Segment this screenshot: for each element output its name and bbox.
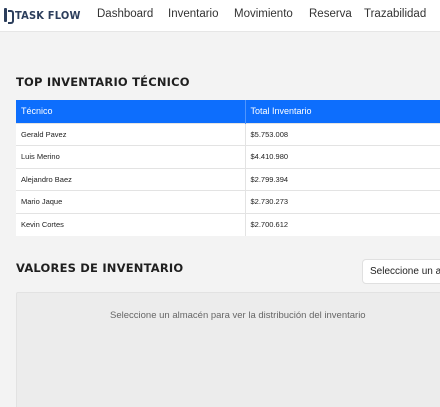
top-inventory-table: Técnico Total Inventario Gerald Pavez $5…: [16, 100, 440, 236]
column-header-total-inventario[interactable]: Total Inventario: [244, 100, 440, 123]
nav-item-inventario[interactable]: Inventario: [168, 8, 219, 20]
table-row: Alejandro Baez $2.799.394: [16, 167, 440, 191]
cell-tecnico: Luis Merino: [16, 145, 245, 168]
nav-item-dashboard[interactable]: Dashboard: [97, 8, 153, 20]
cell-tecnico: Gerald Pavez: [16, 122, 245, 146]
table-row: Kevin Cortes $2.700.612: [16, 212, 440, 236]
task-flow-logo-icon: [3, 7, 14, 24]
cell-total: $2.799.394: [244, 167, 440, 191]
inventory-values-title: VALORES DE INVENTARIO: [16, 261, 184, 275]
warehouse-select[interactable]: Seleccione un almacén: [362, 259, 440, 284]
top-inventory-title: TOP INVENTARIO TÉCNICO: [16, 75, 190, 89]
cell-total: $2.700.612: [244, 212, 440, 236]
table-row: Luis Merino $4.410.980: [16, 145, 440, 168]
table-row: Gerald Pavez $5.753.008: [16, 122, 440, 146]
empty-state-message: Seleccione un almacén para ver la distri…: [110, 310, 366, 321]
cell-tecnico: Mario Jaque: [16, 190, 245, 213]
cell-total: $2.730.273: [244, 190, 440, 213]
cell-tecnico: Kevin Cortes: [16, 212, 245, 236]
top-navbar: TASK FLOW Dashboard Inventario Movimient…: [0, 0, 440, 32]
nav-item-reserva[interactable]: Reserva: [309, 8, 352, 20]
cell-tecnico: Alejandro Baez: [16, 167, 245, 191]
cell-total: $5.753.008: [244, 122, 440, 146]
column-header-tecnico[interactable]: Técnico: [16, 100, 245, 123]
logo[interactable]: TASK FLOW: [3, 7, 81, 24]
table-row: Mario Jaque $2.730.273: [16, 190, 440, 213]
nav-item-movimiento[interactable]: Movimiento: [234, 8, 293, 20]
nav-item-trazabilidad[interactable]: Trazabilidad: [364, 8, 426, 20]
table-header-row: Técnico Total Inventario: [16, 100, 440, 123]
cell-total: $4.410.980: [244, 145, 440, 168]
brand-name: TASK FLOW: [15, 8, 81, 22]
